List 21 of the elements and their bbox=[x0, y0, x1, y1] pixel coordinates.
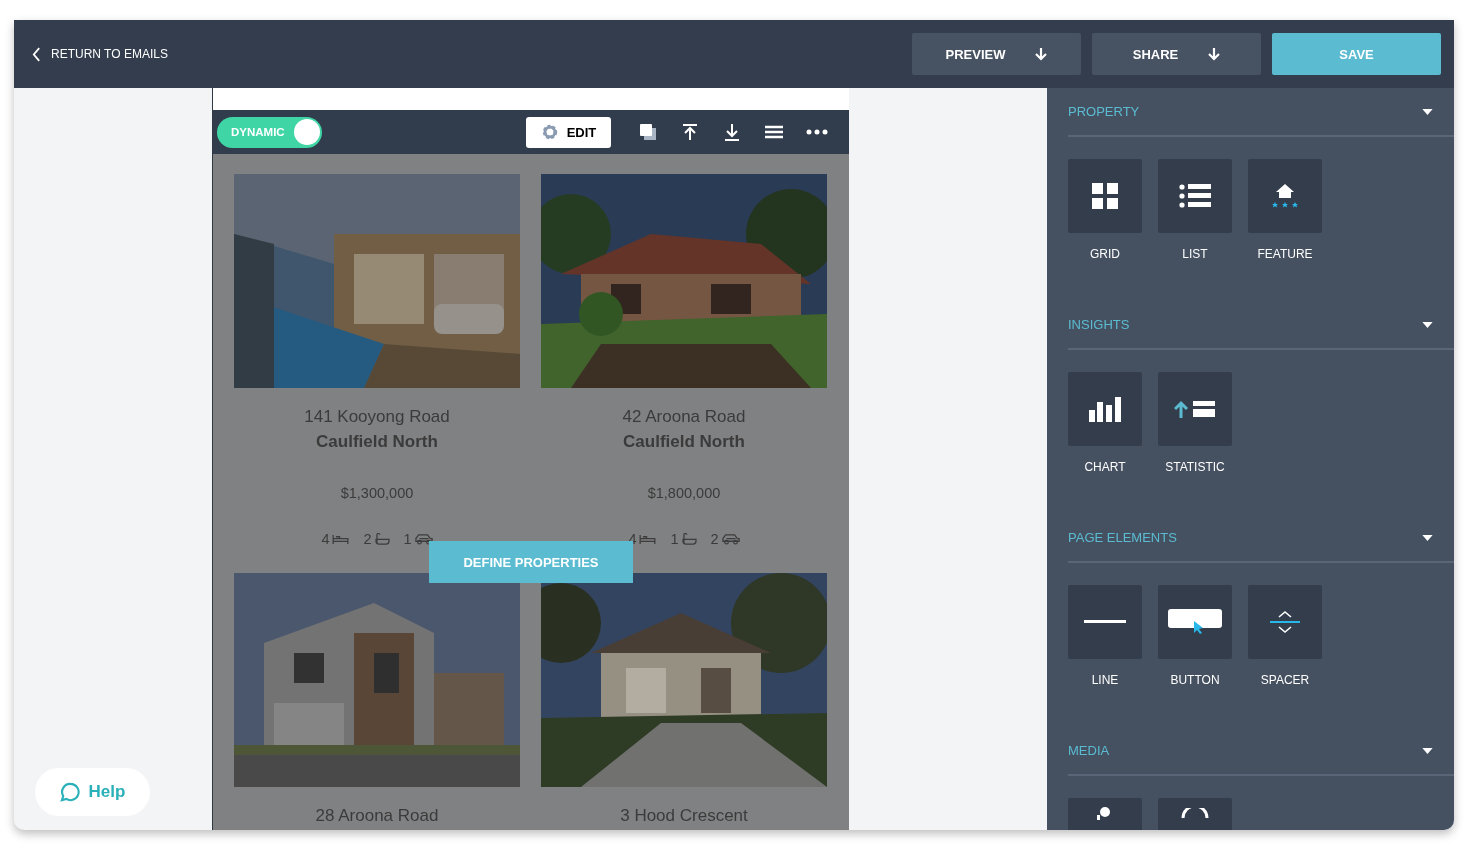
dropdown-button[interactable]: SHARE bbox=[1092, 33, 1261, 75]
property-suburb: Caulfield North bbox=[623, 432, 745, 452]
feature-count: 2 bbox=[363, 531, 372, 547]
feature-count: 1 bbox=[403, 531, 412, 547]
property-price: $1,300,000 bbox=[340, 485, 414, 501]
property-address: 141 Kooyong Road bbox=[304, 407, 450, 427]
feature-count: 2 bbox=[710, 531, 719, 547]
section-title: INSIGHTS bbox=[1068, 317, 1130, 332]
property-address: 3 Hood Crescent bbox=[620, 806, 748, 826]
edit-button[interactable]: EDIT bbox=[526, 116, 611, 148]
section-title: PROPERTY bbox=[1068, 104, 1140, 119]
dropdown-button[interactable]: PREVIEW bbox=[912, 33, 1081, 75]
feature-count: 1 bbox=[670, 531, 679, 547]
property-price: $1,800,000 bbox=[647, 485, 721, 501]
property-suburb: Caulfield North bbox=[316, 432, 438, 452]
section-title: MEDIA bbox=[1068, 743, 1110, 758]
feature-count: 4 bbox=[321, 531, 330, 547]
section-title: PAGE ELEMENTS bbox=[1068, 530, 1177, 545]
property-address: 42 Aroona Road bbox=[622, 407, 746, 427]
property-address: 28 Aroona Road bbox=[315, 806, 439, 826]
return-link[interactable]: RETURN TO EMAILS bbox=[32, 46, 168, 62]
